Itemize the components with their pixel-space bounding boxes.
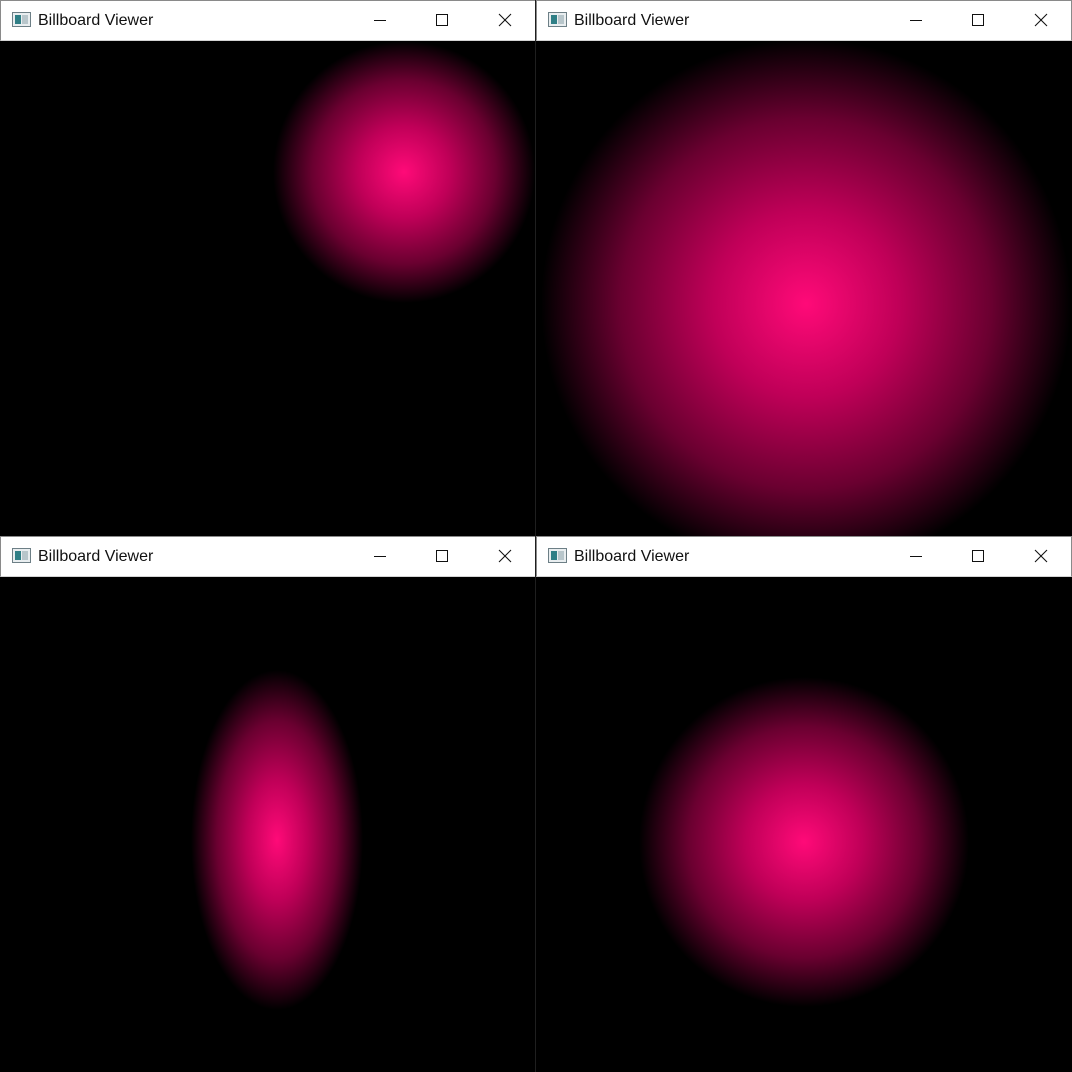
- close-button[interactable]: [1010, 1, 1072, 40]
- billboard-viewer-window: Billboard Viewer: [0, 0, 536, 536]
- window-title: Billboard Viewer: [38, 12, 154, 29]
- maximize-icon: [436, 14, 448, 26]
- window-title: Billboard Viewer: [574, 12, 690, 29]
- close-icon: [498, 549, 512, 563]
- maximize-button[interactable]: [947, 537, 1009, 576]
- billboard-sprite[interactable]: [639, 677, 969, 1007]
- app-window-icon[interactable]: [12, 12, 31, 27]
- close-icon: [1034, 549, 1048, 563]
- billboard-canvas: [639, 677, 969, 1007]
- window-separator: [535, 0, 536, 1072]
- close-button[interactable]: [474, 537, 536, 576]
- billboard-canvas: [191, 670, 363, 1010]
- render-viewport[interactable]: [0, 577, 536, 1072]
- title-bar[interactable]: Billboard Viewer: [536, 0, 1072, 41]
- window-title: Billboard Viewer: [574, 548, 690, 565]
- minimize-icon: [910, 20, 922, 21]
- billboard-viewer-window: Billboard Viewer: [536, 536, 1072, 1072]
- minimize-icon: [910, 556, 922, 557]
- billboard-canvas: [273, 41, 535, 303]
- render-viewport[interactable]: [0, 41, 536, 536]
- close-icon: [498, 13, 512, 27]
- maximize-button[interactable]: [411, 1, 473, 40]
- maximize-icon: [436, 550, 448, 562]
- maximize-button[interactable]: [947, 1, 1009, 40]
- app-window-icon[interactable]: [548, 548, 567, 563]
- render-viewport[interactable]: [536, 41, 1072, 536]
- billboard-sprite[interactable]: [191, 670, 363, 1010]
- title-bar[interactable]: Billboard Viewer: [536, 536, 1072, 577]
- close-icon: [1034, 13, 1048, 27]
- maximize-button[interactable]: [411, 537, 473, 576]
- minimize-button[interactable]: [885, 537, 947, 576]
- render-viewport[interactable]: [536, 577, 1072, 1072]
- minimize-button[interactable]: [885, 1, 947, 40]
- billboard-canvas: [541, 41, 1071, 536]
- window-title: Billboard Viewer: [38, 548, 154, 565]
- billboard-viewer-window: Billboard Viewer: [0, 536, 536, 1072]
- minimize-button[interactable]: [349, 537, 411, 576]
- maximize-icon: [972, 550, 984, 562]
- title-bar[interactable]: Billboard Viewer: [0, 0, 536, 41]
- close-button[interactable]: [1010, 537, 1072, 576]
- minimize-icon: [374, 20, 386, 21]
- billboard-viewer-window: Billboard Viewer: [536, 0, 1072, 536]
- close-button[interactable]: [474, 1, 536, 40]
- maximize-icon: [972, 14, 984, 26]
- billboard-viewer-grid: Billboard Viewer Billboard Viewer Billbo…: [0, 0, 1072, 1072]
- billboard-sprite[interactable]: [541, 41, 1071, 536]
- billboard-sprite[interactable]: [273, 41, 535, 303]
- minimize-button[interactable]: [349, 1, 411, 40]
- app-window-icon[interactable]: [12, 548, 31, 563]
- title-bar[interactable]: Billboard Viewer: [0, 536, 536, 577]
- app-window-icon[interactable]: [548, 12, 567, 27]
- minimize-icon: [374, 556, 386, 557]
